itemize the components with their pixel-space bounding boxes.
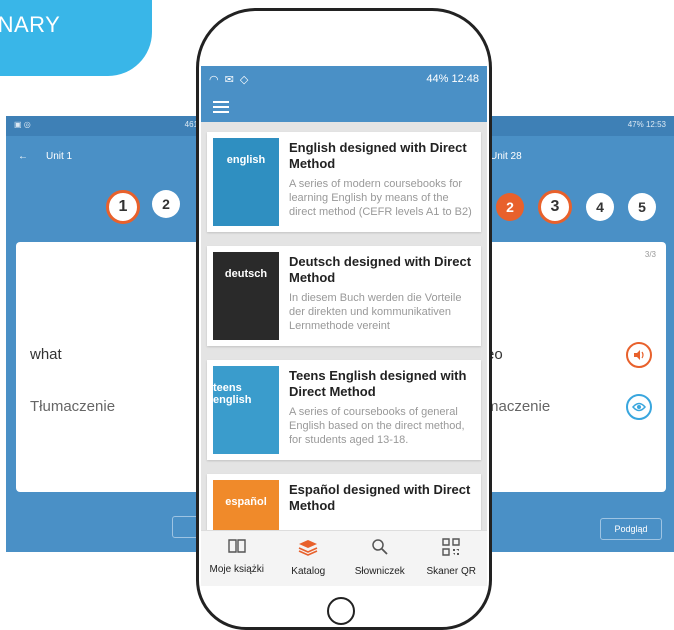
right-status-bar: 47% 12:53 xyxy=(480,116,674,136)
step-2[interactable]: 2 xyxy=(496,193,524,221)
right-unit-title: Unit 28 xyxy=(490,150,522,162)
nav-item-2[interactable]: Słowniczek xyxy=(344,531,416,586)
stack-icon xyxy=(297,538,319,561)
banner-text: ONARY xyxy=(0,12,61,37)
step-2[interactable]: 2 xyxy=(152,190,180,218)
right-toolbar: Unit 28 xyxy=(480,136,674,176)
step-1[interactable]: 1 xyxy=(106,190,140,224)
step-3[interactable]: 3 xyxy=(538,190,572,224)
search-icon xyxy=(371,538,389,561)
nav-item-3[interactable]: Skaner QR xyxy=(416,531,488,586)
cover-title: english xyxy=(226,154,266,166)
bottom-nav: Moje książki Katalog Słowniczek Skaner QR xyxy=(201,530,487,586)
book-icon xyxy=(227,538,247,559)
nav-label: Skaner QR xyxy=(426,566,476,577)
left-screen: ▣ ◎ 461 ← Unit 1 1 2 what Tłumaczenie P xyxy=(6,116,206,552)
book-text: Teens English designed with Direct Metho… xyxy=(279,366,475,454)
home-button[interactable] xyxy=(327,597,355,625)
back-arrow-icon[interactable]: ← xyxy=(18,151,28,162)
left-unit-title: Unit 1 xyxy=(46,150,73,162)
book-card[interactable]: english English designed with Direct Meth… xyxy=(207,132,481,232)
reveal-button[interactable] xyxy=(626,394,652,420)
left-toolbar: ← Unit 1 xyxy=(6,136,206,176)
book-title: Teens English designed with Direct Metho… xyxy=(289,368,467,399)
audio-button[interactable] xyxy=(626,342,652,368)
wifi-icon: ◠ xyxy=(209,73,219,86)
card-counter: 3/3 xyxy=(644,250,656,259)
step-4[interactable]: 4 xyxy=(586,193,614,221)
step-5[interactable]: 5 xyxy=(628,193,656,221)
right-preview-button[interactable]: Podgląd xyxy=(600,518,662,540)
phone-screen: ◠ ✉ ◇ 44% 12:48 english English designed … xyxy=(201,66,487,586)
book-card[interactable]: teens english Teens English designed with… xyxy=(207,360,481,460)
cover-title: deutsch xyxy=(224,268,268,280)
book-cover: deutsch xyxy=(213,252,279,340)
menu-icon[interactable] xyxy=(213,98,229,116)
book-description: A series of modern coursebooks for learn… xyxy=(289,178,472,218)
eye-icon xyxy=(632,402,646,412)
right-translation: maczenie xyxy=(486,398,551,415)
nav-label: Katalog xyxy=(291,566,326,577)
stage: ONARY ▣ ◎ 461 ← Unit 1 1 2 what Tłumacze… xyxy=(0,0,674,630)
right-screen: 47% 12:53 Unit 28 2 3 4 5 3/3 eo maczeni… xyxy=(480,116,674,552)
left-translation: Tłumaczenie xyxy=(30,398,116,415)
nav-label: Moje książki xyxy=(209,564,264,575)
status-left-icons: ◠ ✉ ◇ xyxy=(209,73,248,86)
nav-item-1[interactable]: Katalog xyxy=(273,531,345,586)
right-flashcard: 3/3 eo maczenie xyxy=(480,242,666,492)
cover-title: teens english xyxy=(213,382,252,406)
book-list: english English designed with Direct Meth… xyxy=(201,122,487,574)
shield-icon: ◇ xyxy=(239,73,249,86)
phone-frame: ◠ ✉ ◇ 44% 12:48 english English designed … xyxy=(196,8,492,630)
book-text: Deutsch designed with Direct Method In di… xyxy=(279,252,475,340)
left-flashcard: what Tłumaczenie xyxy=(16,242,206,492)
left-word: what xyxy=(30,346,62,363)
book-card[interactable]: deutsch Deutsch designed with Direct Meth… xyxy=(207,246,481,346)
left-steps: 1 2 xyxy=(106,190,180,224)
book-title: Deutsch designed with Direct Method xyxy=(289,254,472,285)
qr-icon xyxy=(442,538,460,561)
book-title: Español designed with Direct Method xyxy=(289,482,471,513)
status-icons-icon: ▣ ◎ xyxy=(14,120,31,129)
book-description: In diesem Buch werden die Vorteile der d… xyxy=(289,292,462,332)
book-cover: english xyxy=(213,138,279,226)
nav-item-0[interactable]: Moje książki xyxy=(201,531,273,586)
phone-toolbar xyxy=(201,92,487,122)
mail-icon: ✉ xyxy=(224,73,234,86)
phone-status-bar: ◠ ✉ ◇ 44% 12:48 xyxy=(201,66,487,92)
nav-label: Słowniczek xyxy=(354,566,405,577)
right-steps: 2 3 4 5 xyxy=(496,190,656,224)
book-cover: teens english xyxy=(213,366,279,454)
speaker-icon xyxy=(634,350,644,360)
book-description: A series of coursebooks of general Engli… xyxy=(289,406,465,446)
cover-title: español xyxy=(225,496,267,508)
book-text: English designed with Direct Method A ser… xyxy=(279,138,475,226)
book-title: English designed with Direct Method xyxy=(289,140,467,171)
left-status-bar: ▣ ◎ 461 xyxy=(6,116,206,136)
banner: ONARY xyxy=(0,0,152,76)
phone-status-text: 44% 12:48 xyxy=(426,73,479,85)
